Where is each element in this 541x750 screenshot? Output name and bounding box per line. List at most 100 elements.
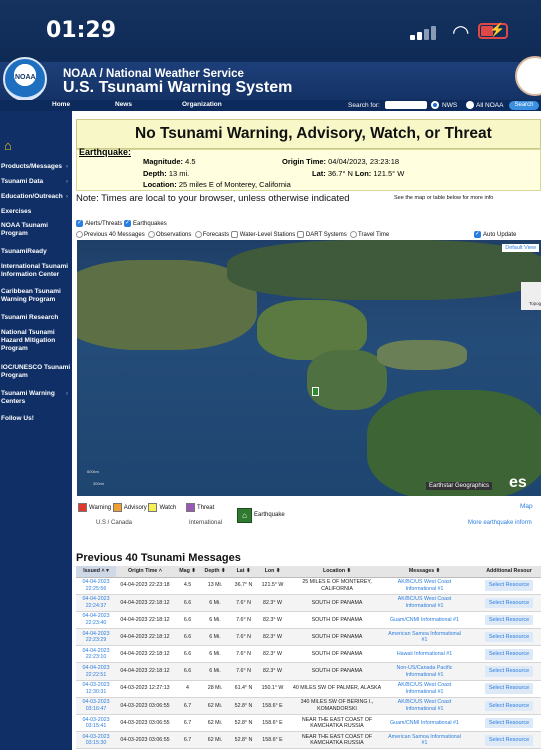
cell-lon: 82.3° W (258, 645, 287, 664)
auto-update-checkbox[interactable] (474, 230, 481, 238)
alerts-checkbox[interactable] (76, 219, 83, 227)
sidebar-item-tsunamiready[interactable]: TsunamiReady (0, 248, 72, 256)
cell-message[interactable]: AK/BC/US West Coast Informational #1 (387, 594, 462, 612)
map-link[interactable]: Map (520, 503, 533, 510)
col-origin-time[interactable]: Origin Time ˄ (116, 566, 174, 578)
select-resource-button[interactable]: Select Resource (484, 683, 534, 694)
cell-issued[interactable]: 04-03-2023 03:16:47 (76, 697, 116, 716)
sidebar-item-products[interactable]: Products/Messages › (0, 163, 72, 171)
cell-issued[interactable]: 04-03-2023 03:15:30 (76, 731, 116, 750)
cell-message[interactable]: AK/BC/US West Coast Informational #1 (387, 680, 462, 698)
more-earthquake-info-link[interactable]: More earthquake inform (468, 520, 532, 526)
dart-checkbox[interactable] (296, 231, 304, 238)
layer-filters: Alerts/Threats Earthquakes (76, 219, 167, 227)
auto-update[interactable]: Auto Update (474, 230, 516, 238)
select-resource-button[interactable]: Select Resource (484, 580, 534, 591)
select-resource-button[interactable]: Select Resource (484, 666, 534, 677)
col-location[interactable]: Location ⬍ (287, 566, 387, 578)
chevron-right-icon: › (65, 178, 68, 185)
sidebar-item-caribbean[interactable]: Caribbean Tsunami Warning Program (0, 288, 72, 304)
sidebar-item-ioc-unesco[interactable]: IOC/UNESCO Tsunami Program (0, 364, 72, 380)
top-nav: Home News Organization Search for: NWS A… (0, 100, 541, 111)
site-title[interactable]: U.S. Tsunami Warning System (63, 79, 292, 97)
map-view[interactable]: Default View Topog 600km 300mi Earthstar… (77, 240, 541, 496)
cell-message[interactable]: Guam/CNMI Informational #1 (387, 611, 462, 630)
cell-issued[interactable]: 04-04-2023 22:24:37 (76, 594, 116, 612)
sidebar-item-research[interactable]: Tsunami Research (0, 314, 72, 322)
home-icon[interactable]: ⌂ (4, 139, 16, 152)
sidebar-item-nthmp[interactable]: National Tsunami Hazard Mitigation Progr… (0, 329, 72, 353)
cell-issued[interactable]: 04-04-2023 22:22:51 (76, 662, 116, 681)
cell-issued[interactable]: 04-04-2023 22:25:56 (76, 577, 116, 595)
cell-message[interactable]: American Samoa Informational #1 (387, 628, 462, 647)
sidebar-item-label: Tsunami Warning Centers (1, 390, 55, 405)
cell-issued[interactable]: 04-04-2023 22:23:10 (76, 645, 116, 664)
col-depth[interactable]: Depth ⬍ (201, 566, 229, 578)
select-resource-button[interactable]: Select Resource (484, 631, 534, 643)
cell-message[interactable]: Hawaii Informational #1 (387, 645, 462, 664)
cell-issued[interactable]: 04-03-2023 12:30:31 (76, 680, 116, 698)
cell-depth: 62 Mi. (201, 714, 229, 733)
cell-depth: 13 Mi. (201, 577, 229, 595)
threat-label: Threat (196, 505, 215, 512)
earthquake-marker[interactable] (312, 387, 319, 396)
radio-nws[interactable] (431, 101, 439, 109)
warning-swatch (78, 503, 87, 512)
cell-message[interactable]: Guam/CNMI Informational #1 (387, 714, 462, 733)
nav-home[interactable]: Home (52, 101, 70, 108)
col-messages[interactable]: Messages ⬍ (387, 566, 462, 578)
topographic-basemap-button[interactable]: Topog (521, 282, 541, 310)
select-resource-button[interactable]: Select Resource (484, 614, 534, 626)
select-resource-button[interactable]: Select Resource (484, 649, 534, 660)
cell-lon: 82.3° W (258, 662, 287, 681)
search-button[interactable]: Search (509, 101, 539, 110)
prev40-radio[interactable] (76, 231, 83, 238)
sidebar-item-education[interactable]: Education/Outreach › (0, 193, 72, 201)
cell-mag: 6.6 (174, 628, 201, 647)
default-view-button[interactable]: Default View (502, 244, 539, 252)
travel-radio[interactable] (350, 231, 358, 238)
cell-issued[interactable]: 04-04-2023 22:23:40 (76, 611, 116, 630)
radio-all-noaa[interactable] (466, 101, 474, 109)
sidebar-item-exercises[interactable]: Exercises (0, 208, 72, 216)
sidebar-item-tsunami-data[interactable]: Tsunami Data › (0, 178, 72, 186)
select-resource-button[interactable]: Select Resource (484, 717, 534, 729)
sidebar-item-noaa-program[interactable]: NOAA Tsunami Program (0, 222, 72, 238)
col-lat[interactable]: Lat ⬍ (229, 566, 258, 578)
sidebar-item-follow-us[interactable]: Follow Us! (0, 415, 72, 423)
nav-organization[interactable]: Organization (182, 101, 222, 108)
earthquakes-checkbox[interactable] (124, 219, 132, 227)
col-issued[interactable]: Issued ˄ ▾ (76, 566, 116, 578)
status-time: 01:29 (46, 18, 117, 43)
search-input[interactable] (385, 101, 427, 109)
origin-row: Origin Time: 04/04/2023, 23:23:18 (282, 157, 399, 166)
cell-issued[interactable]: 04-04-2023 22:23:29 (76, 628, 116, 647)
cell-message[interactable]: American Samoa Informational #1 (387, 731, 462, 750)
cell-message[interactable]: Non-US/Canada Pacific Informational #1 (387, 662, 462, 681)
earthquake-label[interactable]: Earthquake: (79, 147, 131, 157)
cell-lat: 52.8° N (229, 714, 258, 733)
forecasts-radio[interactable] (194, 231, 202, 238)
sidebar: ⌂ Products/Messages › Tsunami Data › Educa… (0, 111, 72, 750)
cell-issued[interactable]: 04-03-2023 03:15:41 (76, 714, 116, 733)
cell-origin-time: 04-03-2023 12:27:13 (116, 680, 174, 698)
cell-message[interactable]: AK/BC/US West Coast Informational #1 (387, 577, 462, 595)
observations-radio[interactable] (148, 231, 156, 238)
sidebar-item-warning-centers[interactable]: Tsunami Warning Centers › (0, 390, 72, 406)
select-resource-button[interactable]: Select Resource (484, 700, 534, 712)
sidebar-item-itic[interactable]: International Tsunami Information Center (0, 263, 72, 279)
warning-label: Warning (89, 505, 112, 512)
col-lon[interactable]: Lon ⬍ (258, 566, 287, 578)
nav-news[interactable]: News (115, 101, 132, 108)
legend-earthquake: Earthquake (254, 512, 285, 518)
noaa-logo[interactable]: NOAA (3, 57, 47, 101)
cell-location: SOUTH OF PANAMA (287, 628, 387, 647)
cell-origin-time: 04-04-2023 22:18:12 (116, 662, 174, 681)
water-checkbox[interactable] (230, 231, 238, 238)
cell-message[interactable]: AK/BC/US West Coast Informational #1 (387, 697, 462, 716)
banner-title: No Tsunami Warning, Advisory, Watch, or … (135, 125, 492, 142)
select-resource-button[interactable]: Select Resource (484, 597, 534, 609)
select-resource-button[interactable]: Select Resource (484, 735, 534, 746)
cell-depth: 6 Mi. (201, 594, 229, 612)
col-mag[interactable]: Mag ⬍ (174, 566, 201, 578)
